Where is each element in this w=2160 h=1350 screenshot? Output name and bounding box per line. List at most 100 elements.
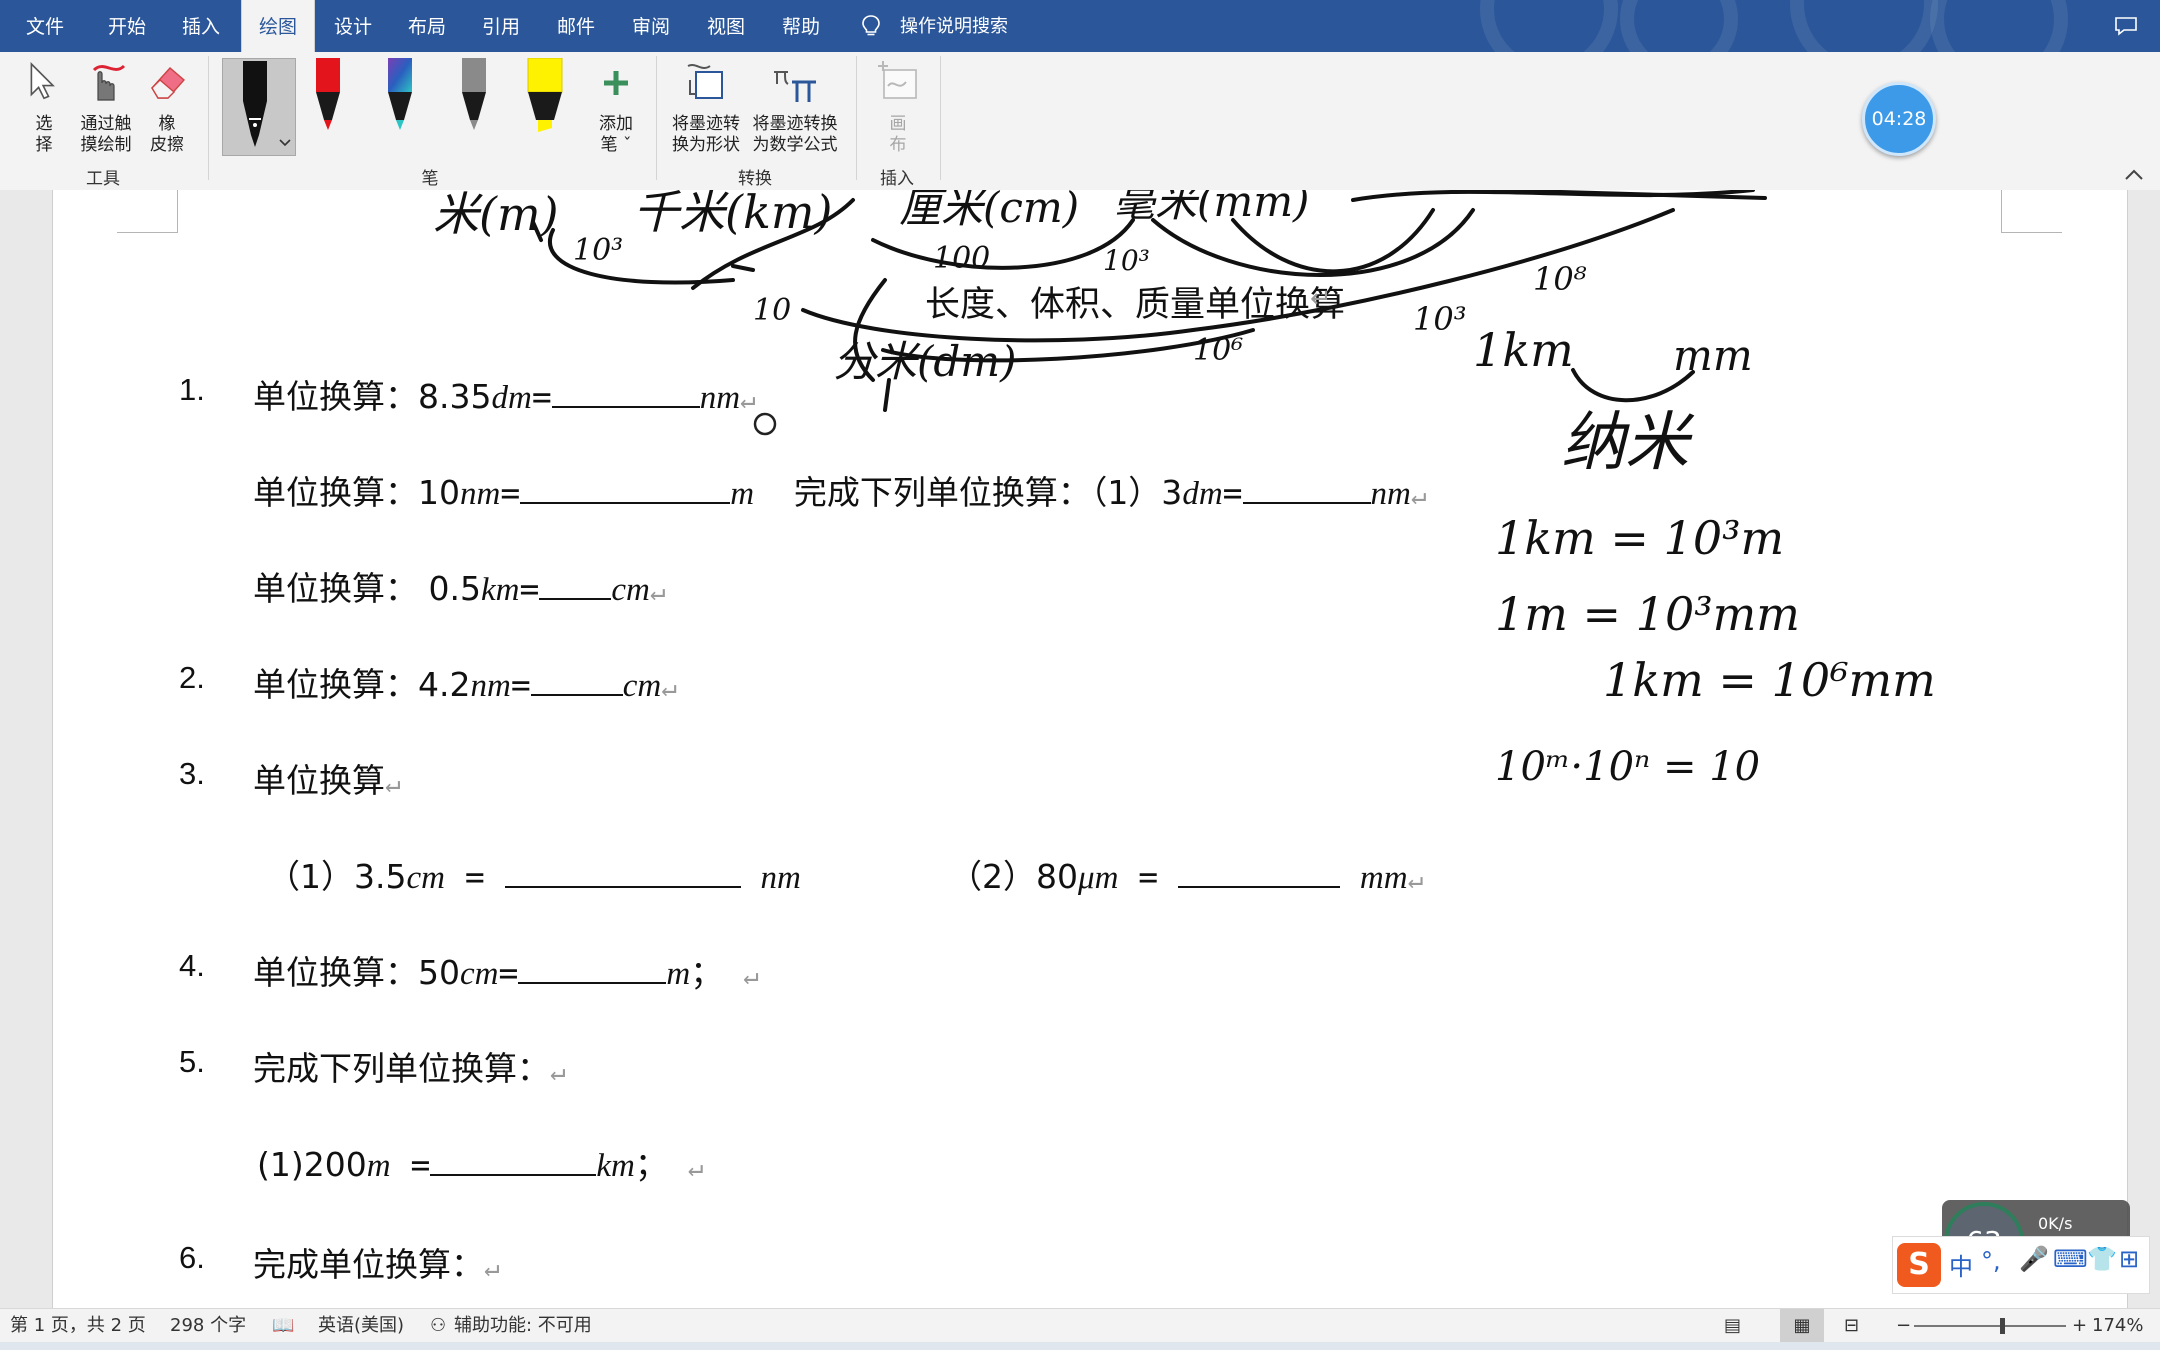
tab-home[interactable]: 开始 — [108, 0, 146, 52]
zoom-in-icon[interactable]: + — [2072, 1309, 2087, 1343]
proofing-icon[interactable]: 📖 — [272, 1309, 294, 1343]
ink-to-shape-button[interactable]: 将墨迹转 换为形状 — [664, 58, 748, 158]
tab-view[interactable]: 视图 — [707, 0, 745, 52]
language[interactable]: 英语(美国) — [318, 1309, 404, 1343]
print-layout-icon[interactable]: ▦ — [1780, 1309, 1824, 1343]
ribbon-separator — [940, 56, 941, 180]
zoom-slider[interactable] — [1914, 1325, 2066, 1327]
gray-pen-icon — [462, 58, 486, 130]
ink-label: 1km — [1473, 323, 1574, 377]
ink-label: mm — [1673, 331, 1753, 380]
net-speed: 0K/s — [2038, 1214, 2073, 1233]
ribbon: 选择 通过触 摸绘制 橡皮擦 工具 添加 笔 ˇ 笔 将墨迹转 换为形状 将墨迹… — [0, 52, 2160, 191]
highlighter-button[interactable] — [522, 57, 568, 150]
ink-label: 10³ — [1103, 244, 1150, 277]
page-info[interactable]: 第 1 页，共 2 页 — [10, 1309, 146, 1343]
gray-pen-button[interactable] — [454, 58, 494, 150]
timer-badge[interactable]: 04:28 — [1862, 82, 1936, 156]
canvas-icon — [878, 61, 917, 99]
lightbulb-icon — [862, 15, 880, 36]
accessibility-status[interactable]: 辅助功能: 不可用 — [454, 1309, 592, 1343]
ribbon-separator — [856, 56, 857, 180]
plus-icon — [604, 71, 628, 95]
tools-group-label: 工具 — [86, 169, 120, 189]
tab-design[interactable]: 设计 — [334, 0, 372, 52]
ink-to-shape-icon — [687, 64, 723, 99]
vertical-scrollbar[interactable] — [2128, 190, 2160, 1308]
tab-layout[interactable]: 布局 — [408, 0, 446, 52]
ink-to-math-icon — [774, 71, 816, 102]
select-label: 选择 — [35, 114, 53, 155]
add-pen-button[interactable]: 添加笔 ˇ — [586, 58, 646, 158]
skin-icon[interactable]: 👕 — [2087, 1245, 2117, 1273]
tab-mailings[interactable]: 邮件 — [557, 0, 595, 52]
background-decoration — [1930, 0, 2068, 52]
add-pen-label: 添加笔 ˇ — [599, 114, 633, 155]
touch-draw-icon — [92, 64, 126, 101]
comment-icon[interactable] — [2114, 16, 2138, 36]
toolbox-icon[interactable]: ⊞ — [2119, 1245, 2139, 1273]
touch-draw-label: 通过触 摸绘制 — [80, 114, 132, 155]
red-pen-icon — [316, 58, 340, 130]
chevron-down-icon[interactable] — [279, 139, 291, 147]
background-decoration — [1620, 0, 1738, 52]
ime-mode[interactable]: 中 — [1949, 1247, 1973, 1282]
ink-equation: 1m = 10³mm — [1495, 587, 1800, 641]
ink-to-shape-label: 将墨迹转 换为形状 — [672, 114, 740, 155]
handwriting-ink: 米(m) 千米(km) 厘米(cm) 毫米(mm) 10³ 100 10³ 10… — [433, 190, 1936, 790]
ribbon-separator — [656, 56, 657, 180]
ink-equation: 1km = 10³m — [1495, 511, 1784, 565]
ink-label: 10 — [753, 293, 791, 328]
ink-to-math-label: 将墨迹转换 为数学公式 — [752, 114, 838, 155]
tab-insert[interactable]: 插入 — [182, 0, 220, 52]
galaxy-pen-icon — [388, 58, 412, 130]
eraser-label: 橡皮擦 — [150, 114, 184, 155]
tab-references[interactable]: 引用 — [482, 0, 520, 52]
pens-group-label: 笔 — [421, 169, 439, 189]
document-page[interactable]: 长度、体积、质量单位换算 ↵ 1. 单位换算：8.35dm= nm↵ 单位换算：1… — [52, 190, 2128, 1308]
document-area: 长度、体积、质量单位换算 ↵ 1. 单位换算：8.35dm= nm↵ 单位换算：1… — [0, 190, 2160, 1308]
tell-me-search[interactable]: 操作说明搜索 — [900, 0, 1008, 52]
eraser-button[interactable]: 橡皮擦 — [144, 58, 190, 158]
highlighter-icon — [527, 57, 563, 132]
red-pen-button[interactable] — [308, 58, 348, 150]
insert-group-label: 插入 — [880, 169, 914, 189]
black-pen-icon — [243, 61, 267, 147]
galaxy-pen-button[interactable] — [380, 58, 420, 150]
zoom-level[interactable]: 174% — [2092, 1309, 2143, 1343]
eraser-icon — [151, 67, 185, 99]
ink-unit-dm: 分米(dm) — [833, 337, 1016, 386]
web-layout-icon[interactable]: ⊟ — [1844, 1309, 1859, 1343]
tab-help[interactable]: 帮助 — [782, 0, 820, 52]
ink-label: 10⁶ — [1193, 333, 1243, 368]
word-count[interactable]: 298 个字 — [170, 1309, 246, 1343]
ink-to-math-button[interactable]: 将墨迹转换 为数学公式 — [748, 58, 842, 158]
ink-label: 10³ — [573, 233, 623, 268]
tab-review[interactable]: 审阅 — [632, 0, 670, 52]
accessibility-icon: ⚇ — [430, 1315, 447, 1336]
microphone-icon[interactable]: 🎤 — [2019, 1245, 2049, 1273]
ink-unit-mm: 毫米(mm) — [1113, 190, 1309, 226]
ime-toolbar[interactable]: S 中 °, 🎤 ⌨ 👕 ⊞ — [1892, 1236, 2150, 1294]
zoom-slider-thumb[interactable] — [2000, 1318, 2005, 1334]
ink-unit-cm: 厘米(cm) — [899, 190, 1079, 232]
taskbar — [0, 1342, 2160, 1350]
drawing-canvas-button[interactable]: 画布 — [868, 58, 928, 158]
collapse-ribbon-icon[interactable] — [2124, 166, 2144, 182]
tab-draw[interactable]: 绘图 — [241, 0, 315, 52]
zoom-out-icon[interactable]: − — [1896, 1309, 1911, 1343]
punctuation-icon[interactable]: °, — [1981, 1247, 2001, 1275]
ink-label: 100 — [933, 241, 990, 276]
tab-file[interactable]: 文件 — [26, 0, 64, 52]
background-decoration — [1790, 0, 1938, 52]
select-tool-button[interactable]: 选择 — [22, 58, 66, 158]
menu-bar: 文件 开始 插入 绘图 设计 布局 引用 邮件 审阅 视图 帮助 操作说明搜索 — [0, 0, 2160, 52]
ribbon-separator — [208, 56, 209, 180]
draw-with-touch-button[interactable]: 通过触 摸绘制 — [74, 58, 138, 158]
keyboard-icon[interactable]: ⌨ — [2053, 1245, 2088, 1273]
read-mode-icon[interactable]: ▤ — [1724, 1309, 1741, 1343]
black-pen-button[interactable] — [222, 58, 296, 156]
sogou-logo-icon: S — [1897, 1243, 1941, 1287]
ink-label: 10⁸ — [1533, 260, 1587, 298]
pen-cursor — [753, 412, 777, 436]
